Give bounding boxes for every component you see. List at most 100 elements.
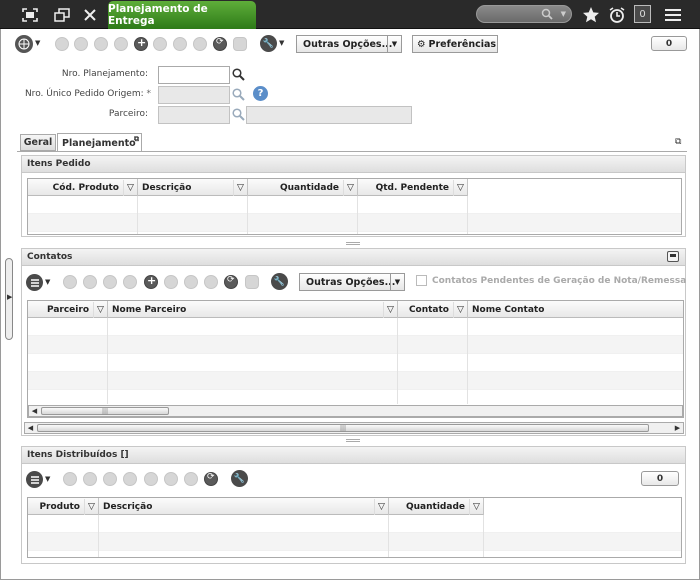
col-produto[interactable]: Produto ▽ xyxy=(28,498,99,515)
tab-planejamento[interactable]: Planejamento ⧉ xyxy=(57,133,142,152)
col-descricao[interactable]: Descrição ▽ xyxy=(138,179,248,196)
cancel-button[interactable] xyxy=(184,472,198,486)
scroll-left-icon[interactable]: ◀ xyxy=(29,406,40,416)
add-button[interactable]: + xyxy=(144,274,158,289)
table-row[interactable] xyxy=(28,336,683,354)
first-record-button[interactable] xyxy=(63,472,77,486)
scroll-thumb[interactable]: ||| xyxy=(41,407,169,415)
scroll-thumb[interactable]: ||| xyxy=(37,424,649,432)
remove-button[interactable] xyxy=(164,275,178,289)
scroll-left-icon[interactable]: ◀ xyxy=(25,423,36,433)
save-button[interactable] xyxy=(164,472,178,486)
scroll-right-icon[interactable]: ▶ xyxy=(672,423,683,433)
table-row[interactable] xyxy=(28,515,681,533)
col-quantidade[interactable]: Quantidade ▽ xyxy=(389,498,484,515)
list-menu-icon[interactable] xyxy=(26,471,43,488)
alarm-clock-icon[interactable] xyxy=(606,5,628,25)
save-button[interactable] xyxy=(173,37,187,51)
nro-planejamento-input[interactable] xyxy=(158,66,230,84)
chevron-down-icon[interactable]: ▼ xyxy=(279,39,284,47)
table-row[interactable] xyxy=(28,354,683,372)
cancel-button[interactable] xyxy=(193,37,207,51)
col-quantidade[interactable]: Quantidade ▽ xyxy=(248,179,358,196)
refresh-button[interactable]: ⟳ xyxy=(213,37,227,51)
filter-icon[interactable]: ▽ xyxy=(93,301,107,318)
search-input[interactable]: ▼ xyxy=(476,5,572,23)
chevron-down-icon[interactable]: ▼ xyxy=(561,10,566,18)
previous-record-button[interactable] xyxy=(74,37,88,51)
next-record-button[interactable] xyxy=(94,37,108,51)
parceiro-name-input[interactable] xyxy=(246,106,412,124)
col-nome-contato[interactable]: Nome Contato xyxy=(468,301,683,318)
last-record-button[interactable] xyxy=(123,472,137,486)
next-record-button[interactable] xyxy=(103,472,117,486)
last-record-button[interactable] xyxy=(123,275,137,289)
remove-button[interactable] xyxy=(144,472,158,486)
side-collapse-handle[interactable]: ▶ xyxy=(5,258,13,340)
next-record-button[interactable] xyxy=(103,275,117,289)
notification-count[interactable]: 0 xyxy=(634,5,651,23)
hamburger-menu-icon[interactable] xyxy=(662,5,684,25)
filter-icon[interactable]: ▽ xyxy=(374,498,388,515)
cancel-button[interactable] xyxy=(204,275,218,289)
parceiro-code-input[interactable] xyxy=(158,106,230,124)
col-qtd-pendente[interactable]: Qtd. Pendente ▽ xyxy=(358,179,468,196)
wrench-icon[interactable]: 🔧 xyxy=(231,470,248,487)
first-record-button[interactable] xyxy=(63,275,77,289)
resize-grip[interactable] xyxy=(346,242,360,245)
refresh-button[interactable]: ⟳ xyxy=(224,275,238,289)
filter-icon[interactable]: ▽ xyxy=(343,179,357,196)
filter-icon[interactable]: ▽ xyxy=(84,498,98,515)
filter-icon[interactable]: ▽ xyxy=(383,301,397,318)
popout-icon[interactable]: ⧉ xyxy=(134,135,139,144)
contatos-horizontal-scrollbar[interactable]: ◀ ||| xyxy=(28,405,683,417)
close-icon[interactable] xyxy=(80,5,100,25)
col-parceiro[interactable]: Parceiro ▽ xyxy=(28,301,108,318)
wrench-icon[interactable]: 🔧 xyxy=(260,35,277,52)
resize-grip[interactable] xyxy=(346,439,360,442)
table-row[interactable] xyxy=(28,318,683,336)
preferences-button[interactable]: ⚙ Preferências xyxy=(412,35,498,53)
filter-icon[interactable]: ▽ xyxy=(469,498,483,515)
nro-unico-pedido-input[interactable] xyxy=(158,86,230,104)
table-row[interactable] xyxy=(28,372,683,390)
refresh-button[interactable]: ⟳ xyxy=(204,472,218,486)
remove-button[interactable] xyxy=(153,37,167,51)
filter-icon[interactable]: ▽ xyxy=(233,179,247,196)
chevron-down-icon[interactable]: ▼ xyxy=(45,278,50,286)
filter-icon[interactable]: ▽ xyxy=(453,301,467,318)
pending-contacts-checkbox[interactable] xyxy=(416,275,427,286)
table-row[interactable] xyxy=(28,196,681,214)
col-cod-produto[interactable]: Cód. Produto ▽ xyxy=(28,179,138,196)
search-icon[interactable] xyxy=(232,68,245,84)
save-button[interactable] xyxy=(184,275,198,289)
col-nome-parceiro[interactable]: Nome Parceiro ▽ xyxy=(108,301,398,318)
copy-button[interactable] xyxy=(245,275,259,289)
last-record-button[interactable] xyxy=(114,37,128,51)
previous-record-button[interactable] xyxy=(83,275,97,289)
search-icon[interactable] xyxy=(232,108,245,124)
collapse-panel-button[interactable] xyxy=(667,251,679,262)
fullscreen-icon[interactable] xyxy=(20,5,40,25)
tab-planejamento-entrega[interactable]: Planejamento de Entrega xyxy=(108,1,256,29)
chevron-down-icon[interactable]: ▼ xyxy=(35,39,40,47)
table-row[interactable] xyxy=(28,214,681,232)
panel-horizontal-scrollbar[interactable]: ◀ ||| ▶ xyxy=(24,422,684,434)
chevron-down-icon[interactable]: ▼ xyxy=(45,475,50,483)
filter-icon[interactable]: ▽ xyxy=(453,179,467,196)
col-descricao[interactable]: Descrição ▽ xyxy=(99,498,389,515)
first-record-button[interactable] xyxy=(55,37,69,51)
list-menu-icon[interactable] xyxy=(26,274,43,291)
previous-record-button[interactable] xyxy=(83,472,97,486)
tab-geral[interactable]: Geral xyxy=(20,134,56,151)
wrench-icon[interactable]: 🔧 xyxy=(271,273,288,290)
grid-menu-icon[interactable] xyxy=(15,35,33,53)
star-icon[interactable] xyxy=(580,5,602,25)
add-button[interactable]: + xyxy=(134,36,148,51)
contatos-more-options-dropdown[interactable]: Outras Opções... ▼ xyxy=(299,273,405,291)
search-icon[interactable] xyxy=(232,88,245,104)
more-options-dropdown[interactable]: Outras Opções... ▼ xyxy=(296,35,402,53)
help-icon[interactable]: ? xyxy=(253,86,268,101)
table-row[interactable] xyxy=(28,533,681,551)
copy-button[interactable] xyxy=(233,37,247,51)
